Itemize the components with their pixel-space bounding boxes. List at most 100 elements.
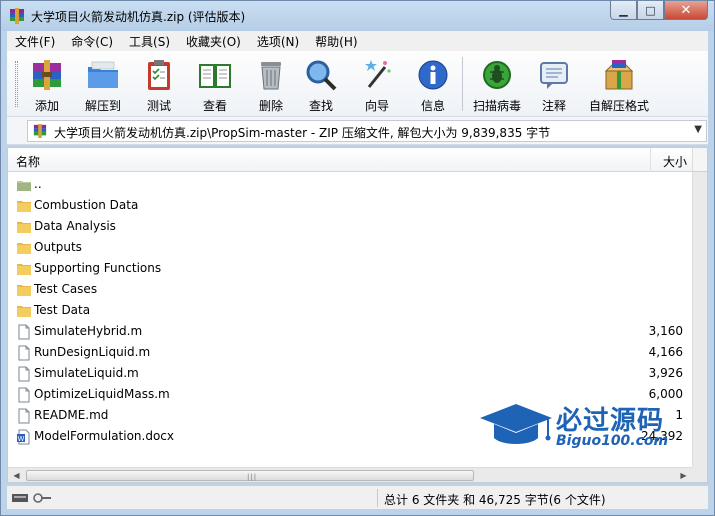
file-icon — [18, 387, 30, 403]
status-bar: 总计 6 文件夹 和 46,725 字节(6 个文件) — [7, 485, 708, 509]
view-book-icon — [199, 64, 231, 88]
trash-icon — [261, 62, 281, 90]
parent-directory-row[interactable]: .. — [8, 174, 693, 195]
list-header: 名称 大小 — [8, 148, 693, 172]
minimize-button[interactable]: ▁ — [610, 1, 637, 20]
key-icon — [33, 493, 43, 503]
file-icon — [18, 366, 30, 382]
info-button[interactable]: 信息 — [405, 55, 461, 113]
graduation-cap-icon — [480, 404, 552, 444]
toolbar: 添加 解压到 测试 查看 删除 查找 向导 信息 扫描病毒 注释 自解压格式 — [7, 51, 708, 117]
file-name: Test Data — [34, 303, 91, 317]
column-divider[interactable] — [650, 148, 651, 172]
watermark-url: Biguo100.com — [556, 433, 669, 449]
test-button[interactable]: 测试 — [131, 55, 187, 113]
scroll-up-button[interactable] — [693, 148, 707, 172]
window-controls: ▁ □ ✕ — [610, 1, 708, 21]
menu-tools[interactable]: 工具(S) — [121, 33, 178, 50]
view-button[interactable]: 查看 — [187, 55, 243, 113]
status-summary: 总计 6 文件夹 和 46,725 字节(6 个文件) — [384, 493, 606, 507]
window-title: 大学项目火箭发动机仿真.zip (评估版本) — [31, 10, 246, 24]
wizard-button[interactable]: 向导 — [349, 55, 405, 113]
comment-button[interactable]: 注释 — [526, 55, 582, 113]
menu-help[interactable]: 帮助(H) — [307, 33, 365, 50]
view-label: 查看 — [202, 99, 227, 113]
watermark: 必过源码 Biguo100.com — [478, 400, 698, 460]
comment-label: 注释 — [541, 99, 566, 113]
file-row[interactable]: SimulateHybrid.m 3,160 — [8, 321, 693, 342]
address-field[interactable]: 大学项目火箭发动机仿真.zip\PropSim-master - ZIP 压缩文… — [27, 120, 707, 142]
folder-row[interactable]: Combustion Data — [8, 195, 693, 216]
folder-row[interactable]: Test Cases — [8, 279, 693, 300]
watermark-brand: 必过源码 — [556, 406, 665, 436]
file-name: OptimizeLiquidMass.m — [34, 387, 170, 401]
scroll-grip-icon: ||| — [247, 473, 258, 481]
delete-button[interactable]: 删除 — [243, 55, 299, 113]
column-size-header[interactable]: 大小 — [663, 153, 687, 170]
folder-icon — [17, 285, 31, 296]
file-row[interactable]: RunDesignLiquid.m 4,166 — [8, 342, 693, 363]
file-size: 3,160 — [648, 324, 683, 338]
file-row[interactable]: SimulateLiquid.m 3,926 — [8, 363, 693, 384]
delete-label: 删除 — [258, 99, 283, 113]
info-label: 信息 — [420, 99, 445, 113]
address-path: 大学项目火箭发动机仿真.zip\PropSim-master - ZIP 压缩文… — [54, 126, 551, 140]
menu-file[interactable]: 文件(F) — [7, 33, 63, 50]
address-bar: 大学项目火箭发动机仿真.zip\PropSim-master - ZIP 压缩文… — [7, 117, 708, 145]
menu-bar: 文件(F) 命令(C) 工具(S) 收藏夹(O) 选项(N) 帮助(H) — [7, 31, 708, 51]
file-icon — [18, 324, 30, 340]
status-icons — [12, 493, 51, 503]
file-name: Test Cases — [34, 282, 98, 296]
file-icon — [18, 408, 30, 424]
extract-to-button[interactable]: 解压到 — [75, 55, 131, 113]
sfx-button[interactable]: 自解压格式 — [587, 55, 651, 113]
comment-icon — [540, 62, 568, 89]
add-label: 添加 — [34, 99, 59, 113]
sfx-box-icon — [604, 60, 634, 90]
file-name: Combustion Data — [34, 198, 139, 212]
file-name: RunDesignLiquid.m — [34, 345, 151, 359]
svg-text:W: W — [18, 435, 25, 443]
scan-virus-button[interactable]: 扫描病毒 — [469, 55, 525, 113]
horizontal-scrollbar[interactable]: ◀ ||| ▶ — [8, 467, 693, 482]
test-clipboard-icon — [148, 60, 170, 90]
find-button[interactable]: 查找 — [293, 55, 349, 113]
find-label: 查找 — [308, 99, 333, 113]
menu-options[interactable]: 选项(N) — [249, 33, 307, 50]
file-size: 6,000 — [648, 387, 683, 401]
file-name: Data Analysis — [34, 219, 116, 233]
winrar-app-icon — [10, 8, 24, 24]
column-name-header[interactable]: 名称 — [16, 153, 40, 170]
close-button[interactable]: ✕ — [664, 1, 708, 20]
maximize-button[interactable]: □ — [637, 1, 664, 20]
word-document-icon: W — [17, 429, 30, 445]
file-name: .. — [34, 177, 42, 191]
folder-icon — [17, 264, 31, 275]
sfx-label: 自解压格式 — [588, 99, 649, 113]
folder-row[interactable]: Supporting Functions — [8, 258, 693, 279]
folder-row[interactable]: Outputs — [8, 237, 693, 258]
folder-row[interactable]: Test Data — [8, 300, 693, 321]
scroll-right-icon[interactable]: ▶ — [676, 469, 691, 482]
folder-icon — [17, 222, 31, 233]
file-name: SimulateHybrid.m — [34, 324, 143, 338]
folder-icon — [17, 243, 31, 254]
winrar-window: 大学项目火箭发动机仿真.zip (评估版本) ▁ □ ✕ 文件(F) 命令(C)… — [0, 0, 715, 516]
file-icon — [18, 345, 30, 361]
chevron-down-icon[interactable]: ▼ — [694, 124, 702, 135]
scroll-left-icon[interactable]: ◀ — [9, 469, 24, 482]
title-bar[interactable]: 大学项目火箭发动机仿真.zip (评估版本) ▁ □ ✕ — [1, 1, 714, 31]
scan-label: 扫描病毒 — [472, 99, 521, 113]
add-button[interactable]: 添加 — [19, 55, 75, 113]
horizontal-scroll-thumb[interactable]: ||| — [26, 470, 474, 481]
minimize-icon: ▁ — [619, 3, 628, 17]
menu-commands[interactable]: 命令(C) — [63, 33, 121, 50]
toolbar-separator — [462, 57, 463, 111]
search-icon — [306, 60, 337, 91]
menu-favorites[interactable]: 收藏夹(O) — [178, 33, 249, 50]
test-label: 测试 — [146, 99, 171, 113]
folder-row[interactable]: Data Analysis — [8, 216, 693, 237]
toolbar-grip[interactable] — [15, 61, 18, 107]
magic-wand-icon — [365, 60, 391, 88]
file-size: 3,926 — [648, 366, 683, 380]
